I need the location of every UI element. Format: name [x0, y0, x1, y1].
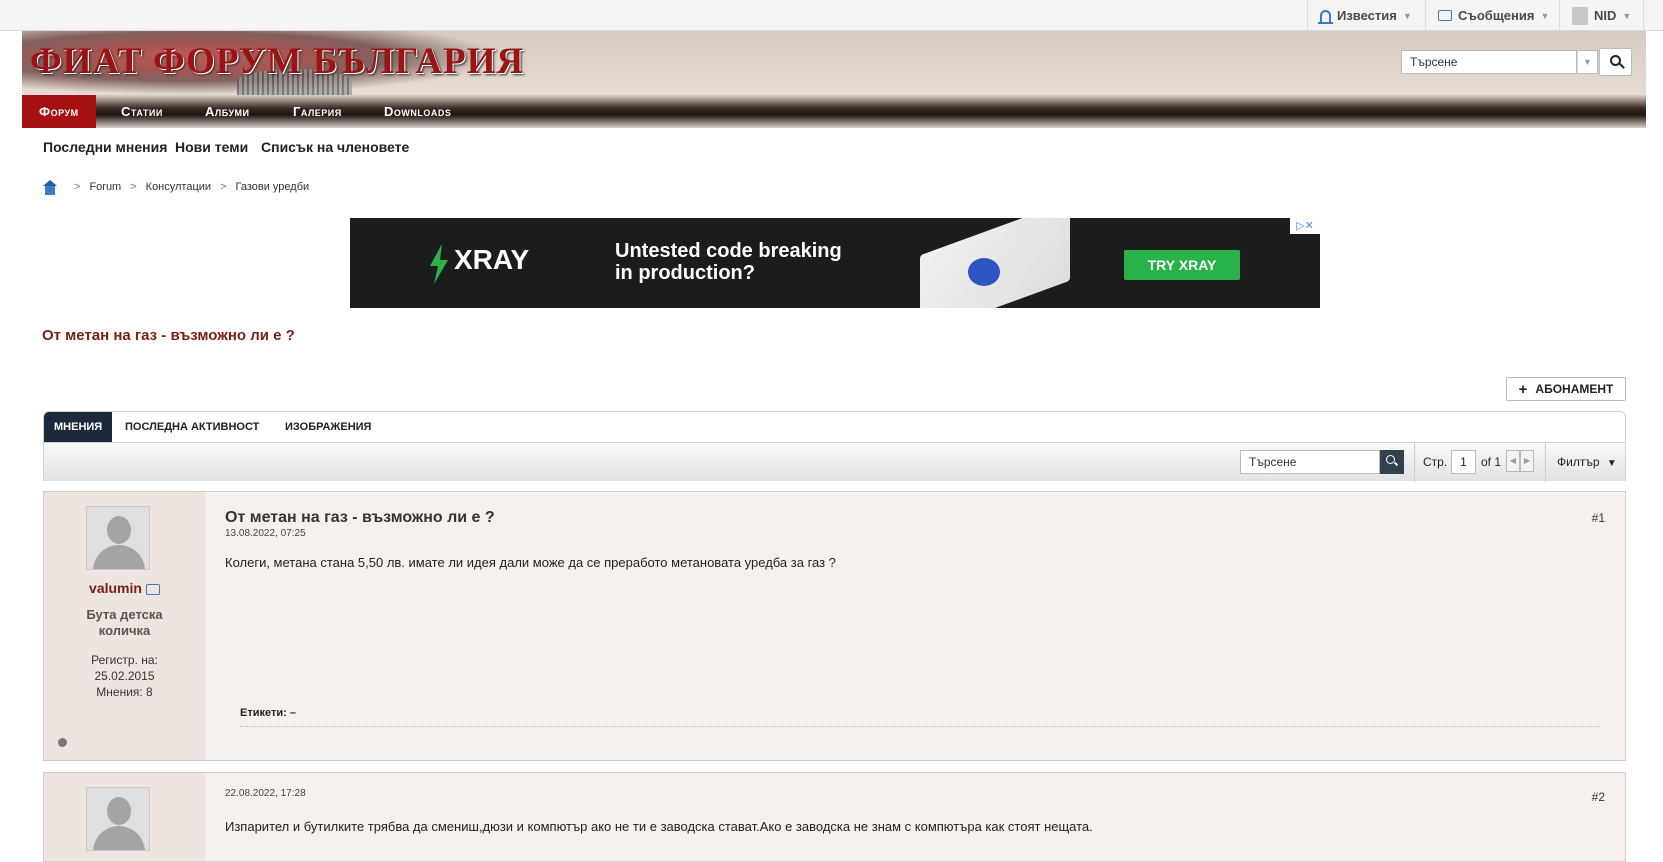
subnav-new-topics[interactable]: Нови теми: [175, 139, 248, 155]
toolbar-divider: [1545, 443, 1546, 482]
plus-icon: +: [1518, 380, 1528, 398]
page-input[interactable]: 1: [1451, 450, 1476, 474]
ad-brand: XRAY: [454, 244, 530, 275]
top-bar: Известия ▼ Съобщения ▼ NID ▼: [0, 0, 1663, 31]
thread-toolbar: Търсене Стр. 1 of 1 ◀ ▶ Филтър ▼: [44, 442, 1625, 482]
post-number-link[interactable]: #2: [1592, 790, 1605, 804]
prev-page-button[interactable]: ◀: [1506, 450, 1520, 472]
user-title: Бута детска количка: [44, 607, 205, 639]
post-1: valumin Бута детска количка Регистр. на:…: [43, 491, 1626, 761]
tab-posts[interactable]: МНЕНИЯ: [44, 412, 113, 442]
online-status-icon: [58, 738, 67, 747]
user-label: NID: [1594, 8, 1617, 23]
page-label: Стр.: [1423, 455, 1448, 469]
breadcrumb: > Forum > Консултации > Газови уредби: [42, 179, 309, 195]
thread-search-button[interactable]: [1380, 450, 1404, 474]
notifications-label: Известия: [1337, 8, 1397, 23]
nav-forum[interactable]: Форум: [22, 95, 96, 128]
page-total: of 1: [1481, 455, 1502, 469]
ad-headline: Untested code breaking in production?: [615, 240, 842, 284]
home-icon[interactable]: [42, 179, 57, 195]
subscribe-button[interactable]: + АБОНАМЕНТ: [1506, 377, 1626, 401]
main-nav: Форум Статии Албуми Галерия Downloads: [22, 95, 1646, 128]
user-info: Регистр. на: 25.02.2015 Мнения: 8: [44, 652, 205, 700]
thread-search-input[interactable]: Търсене: [1240, 450, 1380, 474]
post-tags: Етикети: –: [240, 707, 296, 719]
nav-gallery[interactable]: Галерия: [293, 95, 342, 128]
caret-down-icon: ▼: [1606, 458, 1617, 469]
avatar-head: [107, 797, 131, 825]
messages-menu[interactable]: Съобщения ▼: [1425, 0, 1561, 31]
search-icon: [1610, 55, 1621, 66]
filter-label: Филтър: [1557, 455, 1600, 469]
post-author-panel: [44, 773, 205, 861]
subscribe-label: АБОНАМЕНТ: [1535, 382, 1614, 396]
avatar[interactable]: [86, 787, 150, 851]
toolbar-divider: [1414, 443, 1415, 482]
thread-title: От метан на газ - възможно ли е ?: [42, 327, 295, 344]
ad-headline-line-2: in production?: [615, 262, 755, 284]
bell-icon: [1318, 9, 1333, 24]
chevron-down-icon: ▼: [1540, 10, 1550, 21]
filter-dropdown[interactable]: Филтър ▼: [1557, 455, 1617, 469]
ad-banner[interactable]: XRAY Untested code breaking in productio…: [350, 218, 1320, 308]
notifications-menu[interactable]: Известия ▼: [1307, 0, 1424, 31]
chevron-right-icon: >: [130, 181, 137, 193]
username-label: valumin: [89, 580, 142, 596]
tab-latest-activity[interactable]: ПОСЛЕДНА АКТИВНОСТ: [115, 412, 269, 442]
breadcrumb-forum[interactable]: Forum: [89, 181, 121, 193]
lightning-icon: [430, 244, 448, 284]
post-text: Колеги, метана стана 5,50 лв. имате ли и…: [225, 555, 836, 570]
post-date: 22.08.2022, 17:28: [225, 788, 306, 799]
ad-cta-button[interactable]: TRY XRAY: [1124, 250, 1240, 280]
avatar-head: [107, 516, 131, 544]
reg-label: Регистр. на:: [91, 653, 158, 667]
site-logo[interactable]: ФИАТ ФОРУМ БЪЛГАРИЯ: [30, 40, 524, 83]
message-icon: [1438, 10, 1452, 21]
avatar[interactable]: [86, 506, 150, 570]
breadcrumb-gas-systems[interactable]: Газови уредби: [236, 181, 310, 193]
search-options-dropdown[interactable]: ▼: [1578, 50, 1598, 74]
search-icon: [1386, 455, 1395, 464]
user-title-line-1: Бута детска: [86, 607, 163, 622]
tags-divider: [240, 726, 1600, 727]
post-text: Изпарител и бутилките трябва да смениш,д…: [225, 819, 1093, 834]
ad-close-icon[interactable]: ▷✕: [1290, 218, 1320, 234]
avatar-body: [93, 545, 145, 569]
next-page-button[interactable]: ▶: [1520, 450, 1534, 472]
user-title-line-2: количка: [98, 623, 151, 638]
user-avatar-icon: [1572, 6, 1588, 25]
chevron-down-icon: ▼: [1402, 10, 1412, 21]
thread-tabs-panel: МНЕНИЯ ПОСЛЕДНА АКТИВНОСТ ИЗОБРАЖЕНИЯ Тъ…: [43, 411, 1626, 482]
post-date: 13.08.2022, 07:25: [225, 528, 306, 539]
nav-downloads[interactable]: Downloads: [384, 95, 451, 128]
ad-headline-line-1: Untested code breaking: [615, 240, 842, 262]
posts-count: Мнения: 8: [96, 685, 153, 699]
tab-images[interactable]: ИЗОБРАЖЕНИЯ: [275, 412, 381, 442]
messages-label: Съобщения: [1458, 8, 1535, 23]
reg-date: 25.02.2015: [94, 669, 155, 683]
nav-albums[interactable]: Албуми: [205, 95, 250, 128]
subnav-member-list[interactable]: Списък на членовете: [261, 139, 409, 155]
chevron-right-icon: >: [74, 181, 81, 193]
header-search-input[interactable]: Търсене: [1401, 50, 1577, 74]
subnav-latest-posts[interactable]: Последни мнения: [43, 139, 167, 155]
bug-icon: [968, 258, 1000, 286]
post-author-panel: valumin Бута детска количка Регистр. на:…: [44, 492, 205, 760]
user-menu[interactable]: NID ▼: [1559, 0, 1645, 31]
avatar-body: [93, 826, 145, 850]
post-number-link[interactable]: #1: [1592, 511, 1605, 525]
nav-articles[interactable]: Статии: [121, 95, 163, 128]
post-2: 22.08.2022, 17:28 #2 Изпарител и бутилки…: [43, 772, 1626, 862]
chevron-down-icon: ▼: [1622, 10, 1632, 21]
post-title: От метан на газ - възможно ли е ?: [225, 509, 495, 526]
chevron-right-icon: >: [220, 181, 227, 193]
breadcrumb-consultations[interactable]: Консултации: [146, 181, 211, 193]
message-icon[interactable]: [145, 583, 160, 595]
header-search-button[interactable]: [1599, 48, 1632, 76]
post-username[interactable]: valumin: [44, 580, 205, 596]
